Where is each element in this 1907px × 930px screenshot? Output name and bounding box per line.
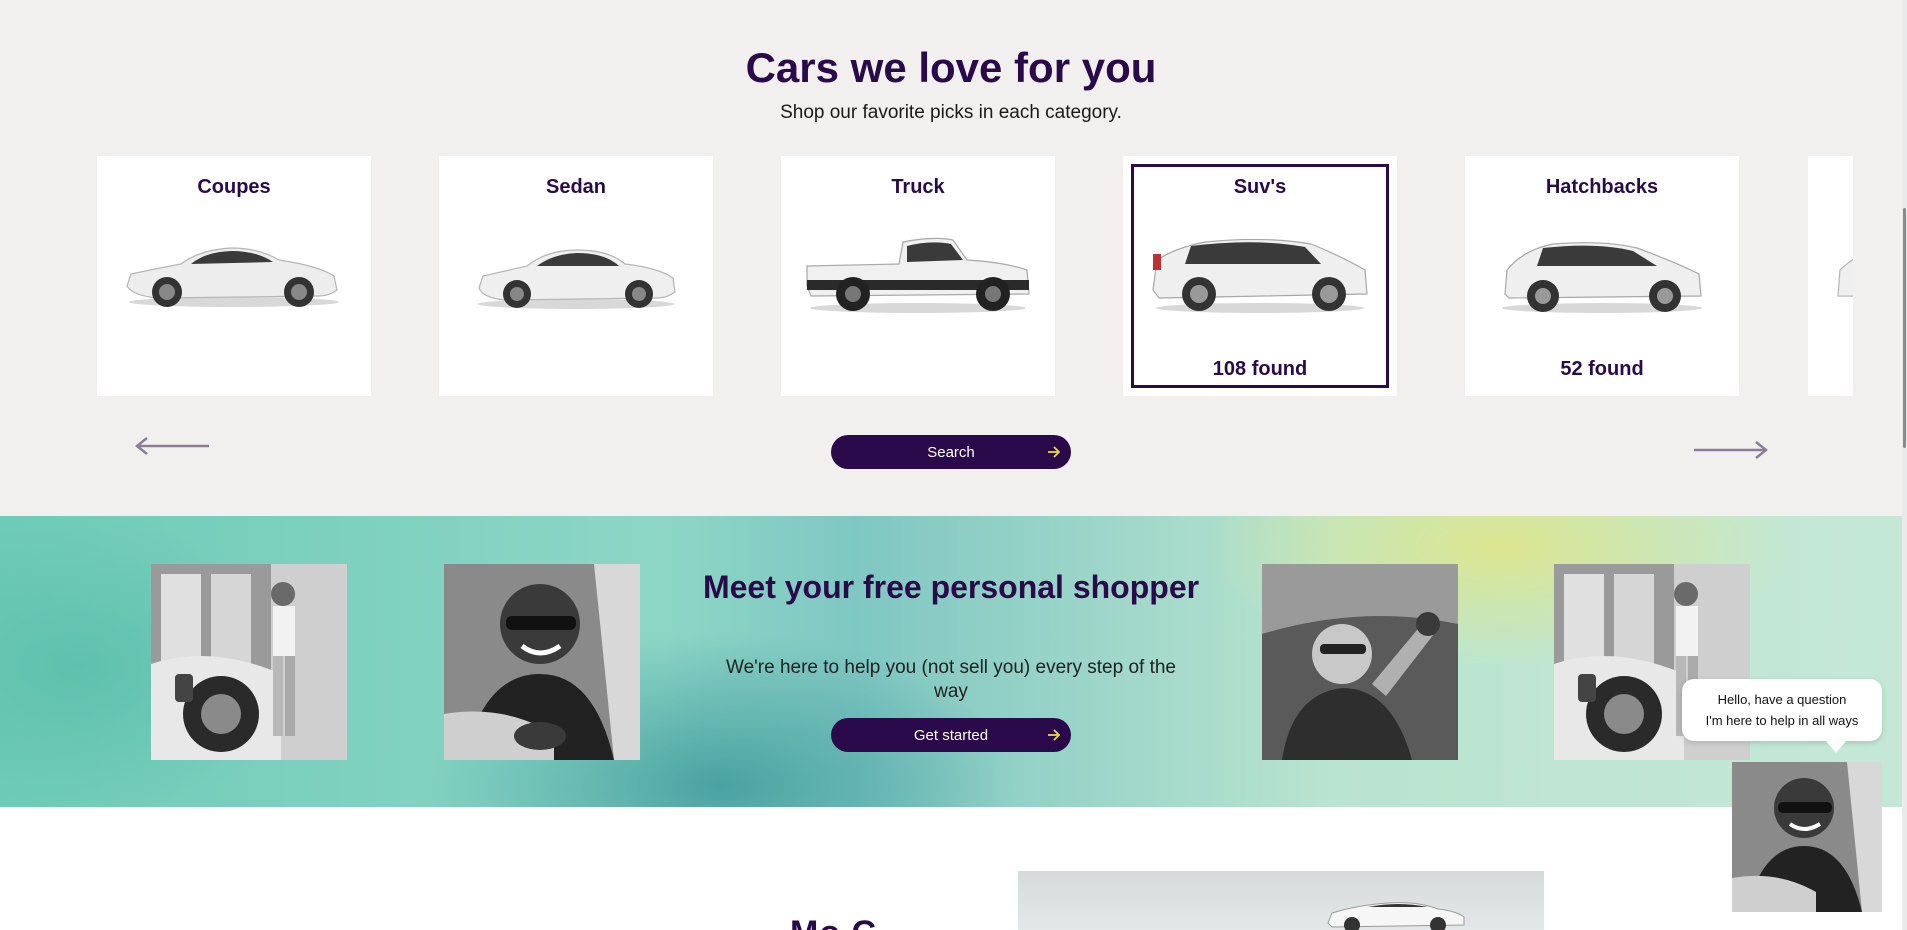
card-label: Hatchbacks — [1545, 176, 1659, 198]
section-subtitle: Shop our favorite picks in each category… — [780, 102, 1122, 123]
shopper-title: Meet your free personal shopper — [702, 569, 1200, 605]
partial-car-image — [1837, 258, 1853, 297]
categories-section: Cars we love for you Shop our favorite p… — [0, 0, 1907, 516]
card-label: Sedan — [545, 176, 607, 198]
search-button-label: Search — [927, 443, 975, 461]
category-card-coupes[interactable]: Coupes — [97, 156, 371, 396]
page-scrollbar[interactable] — [1902, 0, 1907, 930]
section-title: Cars we love for you — [745, 44, 1157, 91]
search-button[interactable]: Search — [831, 435, 1071, 469]
arrow-right-icon — [1048, 729, 1061, 741]
personal-shopper-section: Meet your free personal shopper We're he… — [0, 516, 1902, 807]
category-card-suvs[interactable]: Suv's 108 found — [1123, 156, 1397, 396]
suv-car-image — [1152, 238, 1368, 313]
lower-section-heading: Mo C — [790, 913, 877, 930]
hatchback-car-image — [1502, 242, 1702, 313]
card-count: 108 found — [1212, 358, 1308, 380]
chat-bubble[interactable]: Hello, have a question I'm here to help … — [1682, 679, 1882, 753]
get-started-label: Get started — [913, 726, 989, 744]
mechanic-under-car-photo — [1262, 564, 1458, 760]
woman-charging-ev-photo — [151, 564, 347, 760]
shopper-subtitle: We're here to help you (not sell you) ev… — [725, 657, 1177, 702]
chat-line-1: Hello, have a question — [1717, 692, 1847, 707]
chat-avatar[interactable] — [1732, 762, 1882, 912]
arrow-right-icon[interactable] — [1692, 440, 1768, 460]
car-hero-image — [1018, 871, 1544, 930]
pickup-truck-image — [806, 237, 1030, 313]
smiling-man-in-car-photo — [444, 564, 640, 760]
category-card-truck[interactable]: Truck — [781, 156, 1055, 396]
lower-section — [0, 807, 1902, 930]
category-card-hatchbacks[interactable]: Hatchbacks 52 found — [1465, 156, 1739, 396]
get-started-button[interactable]: Get started — [831, 718, 1071, 752]
card-label: Suv's — [1233, 176, 1287, 198]
arrow-left-icon[interactable] — [135, 436, 211, 456]
scrollbar-thumb[interactable] — [1903, 208, 1906, 448]
card-count: 52 found — [1560, 358, 1644, 380]
sedan-car-image — [478, 249, 676, 309]
card-label: Truck — [891, 176, 945, 198]
arrow-right-icon — [1048, 446, 1061, 458]
category-card-sedan[interactable]: Sedan — [439, 156, 713, 396]
chat-line-2: I'm here to help in all ways — [1705, 713, 1859, 728]
card-label: Coupes — [197, 176, 271, 198]
category-card-partial[interactable] — [1808, 156, 1853, 396]
coupe-car-image — [126, 247, 339, 307]
